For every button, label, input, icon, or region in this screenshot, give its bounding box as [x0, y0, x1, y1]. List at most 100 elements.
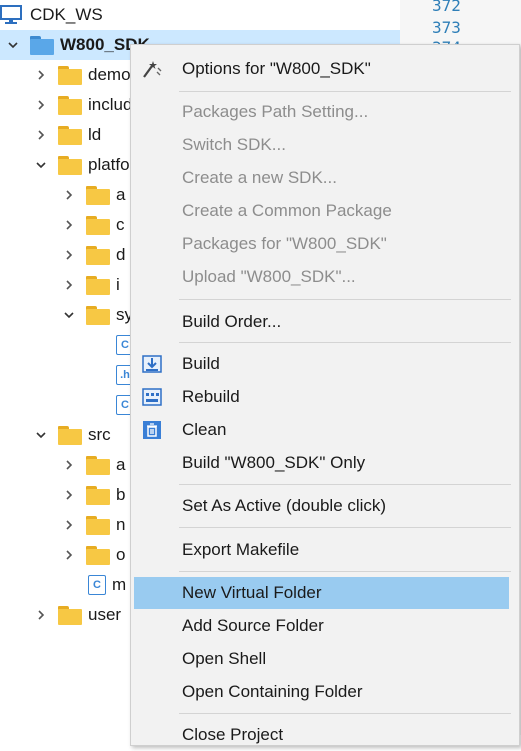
rebuild-icon — [139, 385, 165, 409]
folder-icon — [86, 515, 110, 535]
context-menu: Options for "W800_SDK" Packages Path Set… — [130, 44, 520, 746]
build-icon — [139, 352, 165, 376]
folder-icon — [86, 245, 110, 265]
tree-item-label: o — [116, 545, 126, 564]
menu-item-packages-path-setting[interactable]: Packages Path Setting... — [131, 96, 519, 128]
tree-item-label: d — [116, 245, 126, 264]
chevron-right-icon[interactable] — [34, 98, 48, 112]
menu-item-clean[interactable]: Clean — [131, 414, 519, 446]
menu-separator — [179, 571, 511, 572]
trash-icon — [139, 418, 165, 442]
menu-separator — [179, 713, 511, 714]
chevron-down-icon[interactable] — [34, 158, 48, 172]
menu-item-switch-sdk[interactable]: Switch SDK... — [131, 129, 519, 161]
chevron-right-icon[interactable] — [62, 278, 76, 292]
menu-item-build[interactable]: Build — [131, 348, 519, 380]
tree-item-platform-d[interactable]: d — [62, 240, 125, 270]
monitor-icon — [0, 5, 22, 24]
menu-item-close-project[interactable]: Close Project — [131, 719, 519, 751]
chevron-down-icon[interactable] — [34, 428, 48, 442]
folder-icon — [58, 125, 82, 145]
tree-item-platform-sy[interactable]: sy — [62, 300, 133, 330]
folder-icon — [58, 155, 82, 175]
tree-item-label: n — [116, 515, 126, 534]
menu-separator — [179, 299, 511, 300]
menu-item-build-only[interactable]: Build "W800_SDK" Only — [131, 447, 519, 479]
chevron-right-icon[interactable] — [62, 188, 76, 202]
folder-icon — [86, 275, 110, 295]
menu-item-create-common-package[interactable]: Create a Common Package — [131, 195, 519, 227]
c-file-icon: C — [88, 575, 106, 595]
menu-label: Build "W800_SDK" Only — [182, 453, 366, 472]
tree-item-include[interactable]: include — [34, 90, 142, 120]
folder-icon — [86, 545, 110, 565]
chevron-right-icon[interactable] — [34, 68, 48, 82]
tree-item-src-n[interactable]: n — [62, 510, 125, 540]
menu-label: Create a new SDK... — [182, 168, 337, 187]
chevron-right-icon[interactable] — [34, 608, 48, 622]
folder-icon — [58, 425, 82, 445]
folder-icon — [86, 185, 110, 205]
tree-item-label: demo — [88, 65, 131, 84]
menu-item-build-order[interactable]: Build Order... — [131, 306, 519, 338]
menu-label: Upload "W800_SDK"... — [182, 267, 356, 286]
tree-item-platform[interactable]: platfo — [34, 150, 130, 180]
chevron-right-icon[interactable] — [62, 248, 76, 262]
chevron-down-icon[interactable] — [62, 308, 76, 322]
folder-icon — [58, 65, 82, 85]
menu-label: Build Order... — [182, 312, 282, 331]
menu-label: New Virtual Folder — [182, 583, 322, 602]
chevron-down-icon[interactable] — [6, 38, 20, 52]
menu-label: Packages Path Setting... — [182, 102, 369, 121]
menu-label: Switch SDK... — [182, 135, 286, 154]
chevron-right-icon[interactable] — [62, 518, 76, 532]
tree-item-label: i — [116, 275, 120, 294]
workspace-node[interactable]: CDK_WS — [0, 0, 103, 30]
menu-item-set-as-active[interactable]: Set As Active (double click) — [131, 490, 519, 522]
menu-label: Export Makefile — [182, 540, 300, 559]
menu-item-open-shell[interactable]: Open Shell — [131, 643, 519, 675]
folder-icon — [58, 95, 82, 115]
menu-label: Set As Active (double click) — [182, 496, 387, 515]
menu-item-options[interactable]: Options for "W800_SDK" — [131, 53, 519, 85]
menu-item-add-source-folder[interactable]: Add Source Folder — [131, 610, 519, 642]
chevron-right-icon[interactable] — [62, 458, 76, 472]
tree-item-src[interactable]: src — [34, 420, 111, 450]
folder-icon — [30, 35, 54, 55]
tree-item-platform-a[interactable]: a — [62, 180, 125, 210]
menu-separator — [179, 342, 511, 343]
tree-item-ld[interactable]: ld — [34, 120, 101, 150]
menu-item-open-containing-folder[interactable]: Open Containing Folder — [131, 676, 519, 708]
tree-item-demo[interactable]: demo — [34, 60, 131, 90]
tree-item-src-b[interactable]: b — [62, 480, 125, 510]
chevron-right-icon[interactable] — [34, 128, 48, 142]
tree-item-platform-i[interactable]: i — [62, 270, 120, 300]
tree-item-src-a[interactable]: a — [62, 450, 125, 480]
chevron-right-icon[interactable] — [62, 218, 76, 232]
menu-item-new-virtual-folder[interactable]: New Virtual Folder — [134, 577, 509, 609]
tree-item-label: a — [116, 455, 126, 474]
tree-item-user[interactable]: user — [34, 600, 121, 630]
menu-label: Open Shell — [182, 649, 267, 668]
line-number: 372 — [432, 0, 461, 15]
menu-item-create-new-sdk[interactable]: Create a new SDK... — [131, 162, 519, 194]
menu-separator — [179, 484, 511, 485]
workspace-label: CDK_WS — [30, 5, 103, 24]
tree-item-label: ld — [88, 125, 102, 144]
folder-icon — [86, 305, 110, 325]
chevron-right-icon[interactable] — [62, 488, 76, 502]
menu-item-export-makefile[interactable]: Export Makefile — [131, 534, 519, 566]
folder-icon — [86, 455, 110, 475]
chevron-right-icon[interactable] — [62, 548, 76, 562]
tree-item-label: a — [116, 185, 126, 204]
menu-item-packages-for-project[interactable]: Packages for "W800_SDK" — [131, 228, 519, 260]
tree-item-src-o[interactable]: o — [62, 540, 125, 570]
tree-file-src-m[interactable]: C m — [88, 570, 126, 600]
folder-icon — [86, 215, 110, 235]
menu-item-rebuild[interactable]: Rebuild — [131, 381, 519, 413]
tree-item-label: m — [112, 575, 127, 594]
menu-item-upload[interactable]: Upload "W800_SDK"... — [131, 261, 519, 293]
tree-item-label: platfo — [88, 155, 130, 174]
tree-item-label: b — [116, 485, 126, 504]
tree-item-platform-c[interactable]: c — [62, 210, 125, 240]
